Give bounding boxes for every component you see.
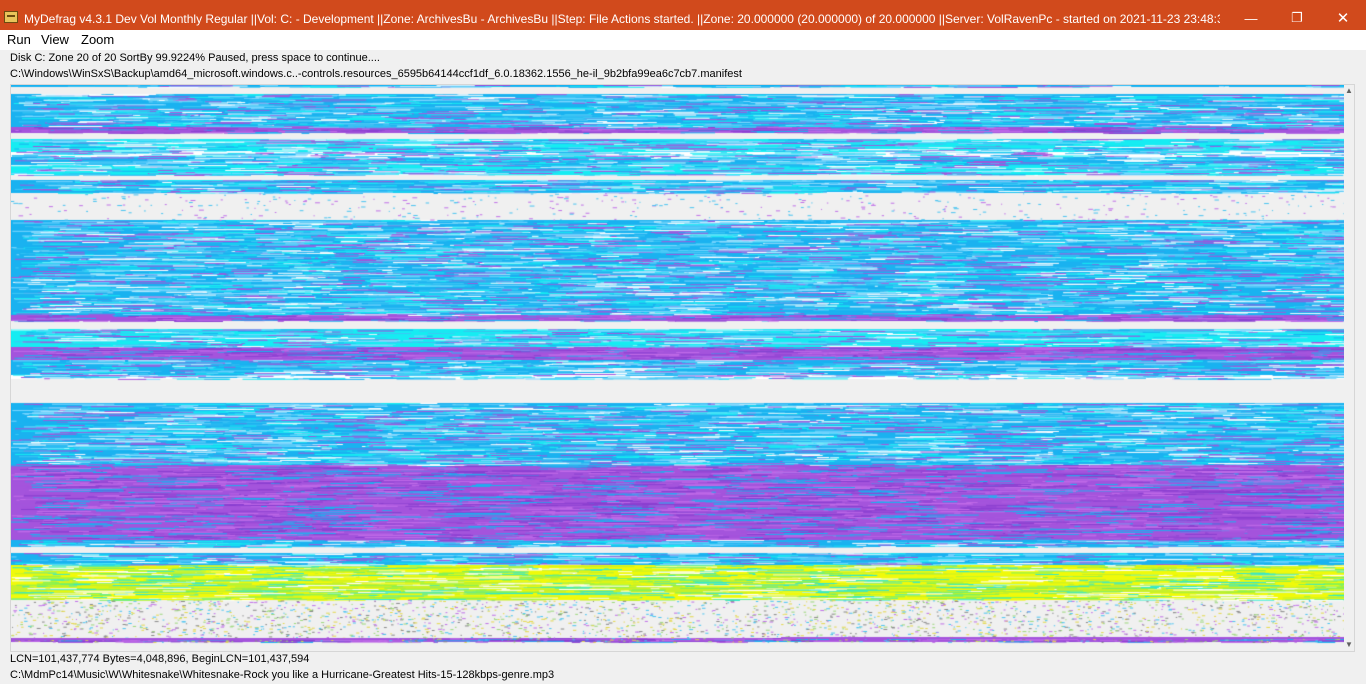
restore-icon: ❐ bbox=[1291, 10, 1303, 25]
window-title: MyDefrag v4.3.1 Dev Vol Monthly Regular … bbox=[24, 12, 1220, 26]
cluster-file-path: C:\MdmPc14\Music\W\Whitesnake\Whitesnake… bbox=[10, 669, 555, 681]
close-icon: ✕ bbox=[1336, 10, 1350, 27]
disk-map-panel: ▲ ▼ bbox=[10, 84, 1355, 652]
menu-item-zoom[interactable]: Zoom bbox=[81, 30, 114, 50]
scroll-down-arrow-icon[interactable]: ▼ bbox=[1344, 639, 1354, 651]
scroll-up-arrow-icon[interactable]: ▲ bbox=[1344, 85, 1354, 97]
status-current-file: C:\Windows\WinSxS\Backup\amd64_microsoft… bbox=[10, 68, 742, 80]
menu-item-view[interactable]: View bbox=[41, 30, 69, 50]
cluster-info-text: LCN=101,437,774 Bytes=4,048,896, BeginLC… bbox=[10, 653, 310, 665]
mydefrag-icon[interactable] bbox=[4, 11, 18, 23]
disk-cluster-map[interactable] bbox=[11, 85, 1344, 651]
menu-item-run[interactable]: Run bbox=[7, 30, 31, 50]
menu-bar: Run View Zoom bbox=[0, 30, 1366, 50]
minimize-icon: — bbox=[1244, 10, 1258, 26]
status-progress-text: Disk C: Zone 20 of 20 SortBy 99.9224% Pa… bbox=[10, 52, 380, 64]
vertical-scrollbar[interactable]: ▲ ▼ bbox=[1344, 85, 1354, 651]
